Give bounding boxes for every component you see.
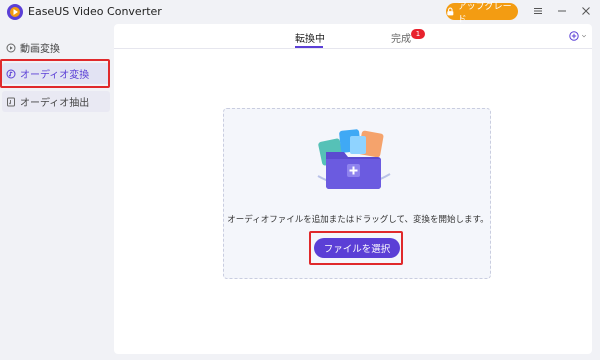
- audio-extract-icon: [7, 97, 15, 106]
- add-file-button[interactable]: [569, 29, 587, 43]
- tabs-bar: 転換中 完成 1: [114, 24, 592, 49]
- folder-add-illustration-icon: [317, 129, 391, 189]
- sidebar-item-audio-extract[interactable]: オーディオ抽出: [2, 91, 110, 112]
- sidebar-item-label: オーディオ抽出: [20, 98, 90, 109]
- sidebar-item-label: オーディオ変換: [20, 70, 90, 81]
- active-tab-indicator: [295, 46, 323, 48]
- drop-zone[interactable]: オーディオファイルを追加またはドラッグして、変換を開始します。 ファイルを選択: [223, 108, 491, 279]
- audio-convert-icon: [6, 69, 16, 78]
- sidebar-item-video-convert[interactable]: 動画変換: [2, 37, 110, 58]
- minimize-button[interactable]: [554, 3, 570, 19]
- app-logo-icon: [7, 4, 23, 20]
- chevron-down-icon: [581, 34, 587, 38]
- tab-converting[interactable]: 転換中: [295, 30, 325, 45]
- select-file-button[interactable]: ファイルを選択: [314, 238, 400, 258]
- sidebar-item-label: 動画変換: [20, 44, 60, 55]
- main-panel: 転換中 完成 1 オーディオファイルを追加またはドラッグして、変換を開始します。…: [114, 24, 592, 354]
- title-bar: EaseUS Video Converter アップグレード: [0, 0, 600, 25]
- plus-circle-icon: [569, 31, 579, 41]
- app-title: EaseUS Video Converter: [28, 5, 162, 18]
- video-convert-icon: [6, 43, 16, 52]
- upgrade-label: アップグレード: [457, 1, 512, 25]
- menu-button[interactable]: [530, 3, 546, 19]
- completed-count-badge: 1: [411, 29, 425, 39]
- minimize-icon: [558, 10, 566, 12]
- close-button[interactable]: [578, 3, 594, 19]
- close-icon: [582, 7, 590, 15]
- upgrade-button[interactable]: アップグレード: [446, 2, 518, 25]
- lock-icon: [447, 7, 454, 16]
- drop-hint-text: オーディオファイルを追加またはドラッグして、変換を開始します。: [227, 215, 489, 225]
- sidebar: 動画変換 オーディオ変換 オーディオ抽出: [0, 24, 114, 360]
- hamburger-icon: [534, 8, 542, 14]
- tab-completed[interactable]: 完成: [391, 30, 411, 45]
- sidebar-item-audio-convert[interactable]: オーディオ変換: [2, 63, 110, 84]
